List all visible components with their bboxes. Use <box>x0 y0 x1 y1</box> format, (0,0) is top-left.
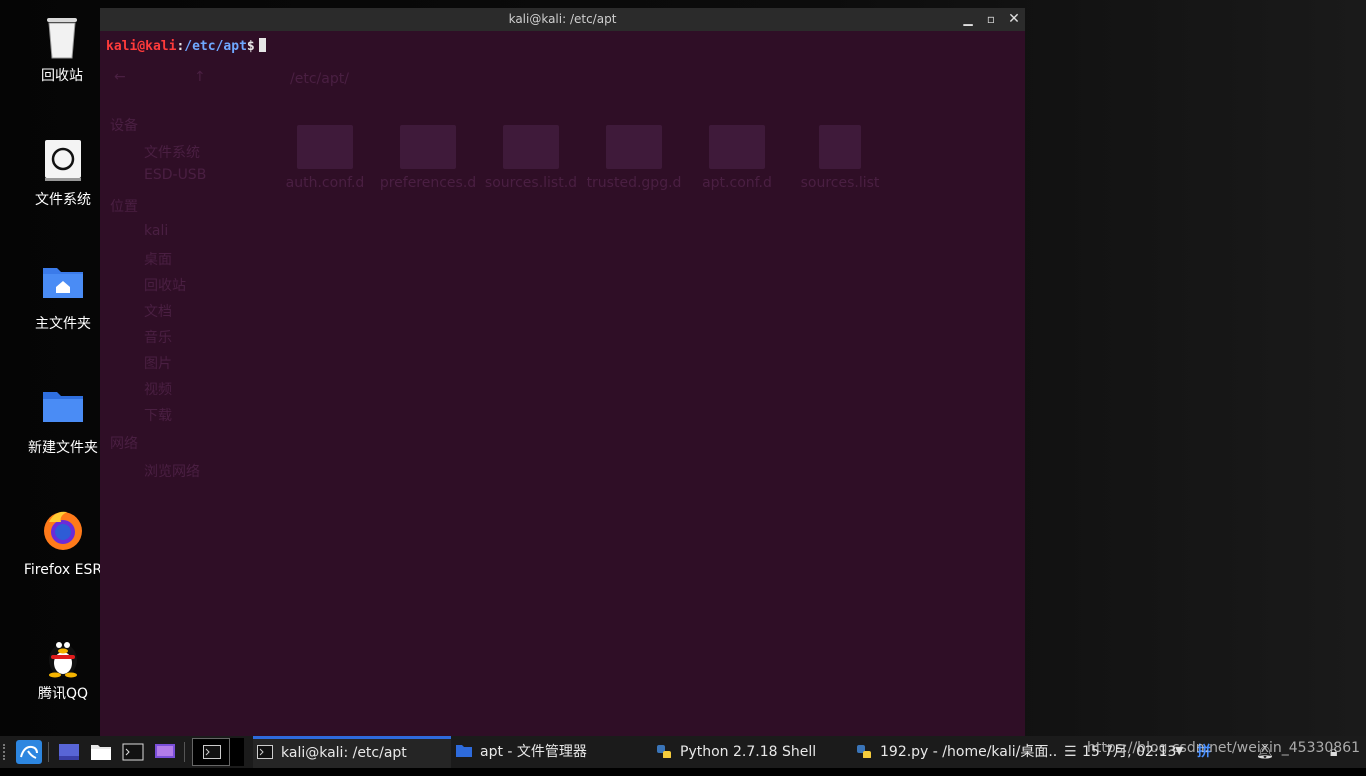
file-item: sources.list <box>790 125 890 191</box>
desktop-icon-filesystem[interactable]: 文件系统 <box>13 138 113 208</box>
place-item: 回收站 <box>144 278 186 294</box>
taskbar-item-python-shell[interactable]: Python 2.7.18 Shell <box>656 736 846 768</box>
terminal-icon <box>203 745 221 759</box>
python-file-icon <box>857 745 871 758</box>
trash-icon <box>40 14 84 59</box>
home-folder-icon <box>41 262 85 306</box>
location-path: /etc/apt/ <box>290 71 349 87</box>
window-list-menu-icon[interactable]: ☰ <box>1064 744 1077 776</box>
drive-icon <box>41 138 85 182</box>
taskbar: kali@kali: /etc/apt apt - 文件管理器 Python 2… <box>0 736 1366 768</box>
taskbar-item-label: 192.py - /home/kali/桌面... <box>880 744 1056 760</box>
desktop-icon-trash[interactable]: 回收站 <box>12 14 112 84</box>
desktop-icon-label: 主文件夹 <box>35 316 91 332</box>
firefox-icon <box>41 508 85 552</box>
taskbar-item-label: apt - 文件管理器 <box>480 744 587 760</box>
desktop-window-icon <box>59 744 79 760</box>
place-item: kali <box>144 223 169 239</box>
close-button[interactable]: ✕ <box>1006 11 1022 27</box>
taskbar-item-idle-editor[interactable]: 192.py - /home/kali/桌面... <box>856 736 1056 768</box>
show-desktop-launcher[interactable] <box>58 743 80 761</box>
back-arrow-icon: ← <box>114 69 126 85</box>
folder-icon <box>456 745 472 757</box>
window-title: kali@kali: /etc/apt <box>508 12 617 26</box>
terminal-icon <box>122 743 144 761</box>
terminal-launcher[interactable] <box>122 743 144 761</box>
terminal-window[interactable]: kali@kali: /etc/apt ▁ ▫ ✕ ← ↑ /etc/apt/ … <box>100 8 1025 736</box>
desktop-icon-label: 文件系统 <box>35 192 91 208</box>
shell-prompt: kali@kali:/etc/apt$ <box>106 38 266 54</box>
place-item: 图片 <box>144 356 172 372</box>
screenshot-icon <box>155 744 175 758</box>
folder-icon <box>41 386 85 430</box>
desktop-icon-firefox[interactable]: Firefox ESR <box>13 508 113 578</box>
kali-menu-button[interactable] <box>16 740 42 764</box>
python-icon <box>657 745 671 758</box>
file-item: apt.conf.d <box>687 125 787 191</box>
workspace-switcher[interactable] <box>192 738 230 766</box>
section-places: 位置 <box>110 199 138 215</box>
prompt-path: /etc/apt <box>184 39 247 54</box>
place-item: 音乐 <box>144 330 172 346</box>
desktop-icon-new-folder[interactable]: 新建文件夹 <box>13 386 113 456</box>
file-item: auth.conf.d <box>275 125 375 191</box>
grip-handle-icon[interactable] <box>3 744 10 760</box>
prompt-symbol: $ <box>246 39 255 54</box>
taskbar-item-label: Python 2.7.18 Shell <box>680 744 817 760</box>
place-item: 视频 <box>144 382 172 398</box>
terminal-body[interactable]: ← ↑ /etc/apt/ 设备 文件系统 ESD-USB 位置 kali 桌面… <box>100 31 1025 736</box>
file-item: sources.list.d <box>481 125 581 191</box>
prompt-user: kali@kali <box>106 39 177 54</box>
section-network: 网络 <box>110 436 138 452</box>
place-item: 文档 <box>144 304 172 320</box>
minimize-button[interactable]: ▁ <box>960 11 976 27</box>
file-item: trusted.gpg.d <box>584 125 684 191</box>
qq-penguin-icon <box>41 632 85 678</box>
desktop-icon-label: 回收站 <box>41 68 83 84</box>
file-manager-launcher[interactable] <box>90 743 112 761</box>
desktop: 回收站 文件系统 主文件夹 新建文件夹 Firefox ESR 腾讯QQ kal… <box>0 0 1366 736</box>
desktop-icon-home[interactable]: 主文件夹 <box>13 262 113 332</box>
place-item: 下载 <box>144 408 172 424</box>
taskbar-item-label: kali@kali: /etc/apt <box>281 745 407 761</box>
place-item: 桌面 <box>144 252 172 268</box>
maximize-button[interactable]: ▫ <box>983 11 999 27</box>
kali-dragon-icon <box>16 740 42 764</box>
desktop-icon-label: 新建文件夹 <box>28 440 98 456</box>
up-arrow-icon: ↑ <box>194 69 206 85</box>
terminal-icon <box>257 745 273 759</box>
desktop-icon-qq[interactable]: 腾讯QQ <box>13 632 113 702</box>
network-item: 浏览网络 <box>144 464 200 480</box>
section-devices: 设备 <box>110 118 138 134</box>
device-item: ESD-USB <box>144 167 207 183</box>
separator <box>184 742 185 762</box>
taskbar-item-file-manager[interactable]: apt - 文件管理器 <box>456 736 646 768</box>
taskbar-item-terminal[interactable]: kali@kali: /etc/apt <box>253 736 451 768</box>
background-file-manager: ← ↑ /etc/apt/ 设备 文件系统 ESD-USB 位置 kali 桌面… <box>100 31 1025 736</box>
workspace-empty[interactable] <box>230 738 244 766</box>
desktop-icon-label: Firefox ESR <box>23 562 103 578</box>
desktop-icon-label: 腾讯QQ <box>37 686 89 702</box>
screenshot-launcher[interactable] <box>154 743 176 761</box>
folder-icon <box>91 745 111 760</box>
terminal-titlebar[interactable]: kali@kali: /etc/apt ▁ ▫ ✕ <box>100 8 1025 31</box>
separator <box>48 742 49 762</box>
file-item: preferences.d <box>378 125 478 191</box>
device-item: 文件系统 <box>144 145 200 161</box>
watermark-text: https://blog.csdn.net/weixin_45330861 <box>1087 740 1361 756</box>
text-cursor <box>258 38 266 52</box>
